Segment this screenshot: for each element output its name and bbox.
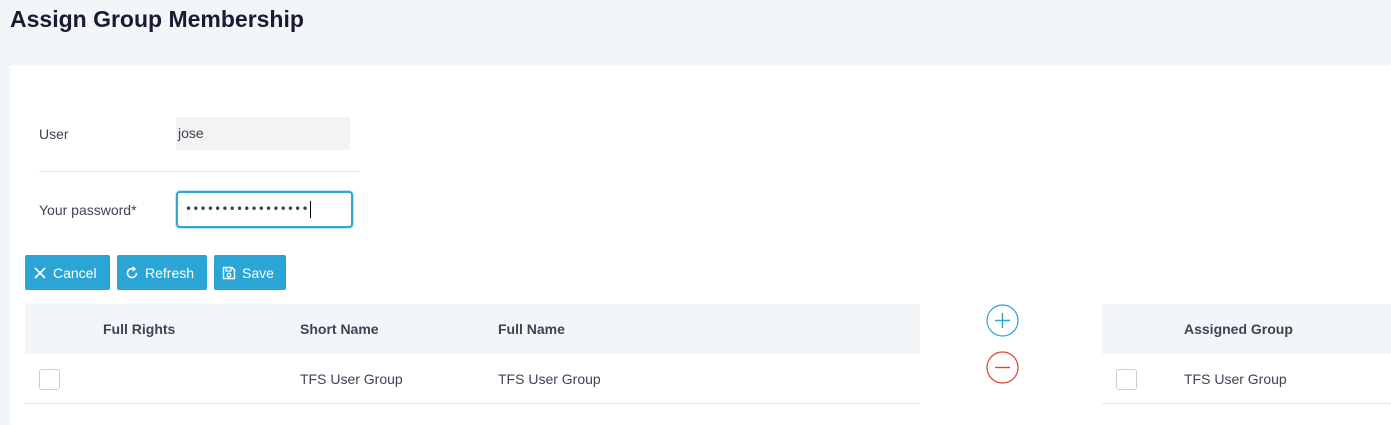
save-icon [222,266,236,279]
assigned-group-checkbox[interactable] [1116,369,1137,390]
full-name-cell: TFS User Group [498,371,601,387]
full-rights-checkbox[interactable] [39,369,60,390]
user-field: jose [176,117,350,150]
remove-group-button[interactable] [986,351,1019,384]
assign-group-card: User jose Your password* •••••••••••••••… [10,65,1391,425]
plus-circle-icon [986,304,1019,337]
page-title: Assign Group Membership [10,6,304,32]
password-label: Your password* [39,202,137,218]
refresh-icon [126,265,138,278]
cancel-button[interactable]: Cancel [25,255,110,290]
close-icon [34,266,46,279]
short-name-cell: TFS User Group [300,371,403,387]
column-header-short-name[interactable]: Short Name [300,304,379,354]
available-grid-header: Full Rights Short Name Full Name [25,304,920,354]
table-row[interactable]: TFS User Group [1102,354,1391,404]
password-value: ••••••••••••••••• [185,202,309,216]
add-group-button[interactable] [986,304,1019,337]
column-header-full-name[interactable]: Full Name [498,304,565,354]
refresh-button[interactable]: Refresh [117,255,207,290]
refresh-label: Refresh [145,264,195,281]
password-input[interactable]: ••••••••••••••••• [176,191,353,228]
user-label: User [39,126,69,142]
minus-circle-icon [986,351,1019,384]
column-header-assigned-group[interactable]: Assigned Group [1184,304,1293,354]
assigned-group-cell: TFS User Group [1184,371,1287,387]
save-button[interactable]: Save [214,255,286,290]
column-header-full-rights[interactable]: Full Rights [103,304,175,354]
cancel-label: Cancel [53,264,97,281]
form-divider [39,171,360,172]
save-label: Save [242,264,274,281]
table-row[interactable]: TFS User Group TFS User Group [25,354,920,404]
assigned-grid-header: Assigned Group [1102,304,1391,354]
